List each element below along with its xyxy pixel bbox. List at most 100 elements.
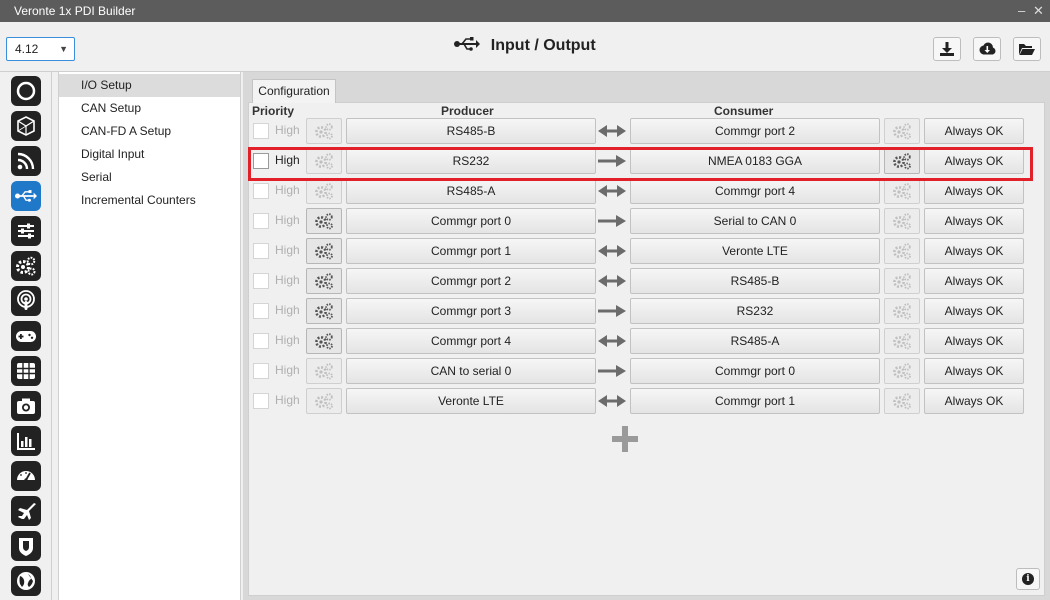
consumer-button[interactable]: Serial to CAN 0 (630, 208, 880, 234)
priority-checkbox[interactable] (253, 333, 269, 349)
module-button-polygon[interactable] (11, 111, 41, 141)
producer-button[interactable]: CAN to serial 0 (346, 358, 596, 384)
arrow-right-icon[interactable] (597, 364, 627, 378)
module-button-gauge[interactable] (11, 461, 41, 491)
status-button[interactable]: Always OK (924, 328, 1024, 354)
arrow-right-icon[interactable] (597, 304, 627, 318)
table-row: High Commgr port 3 RS232 Always OK (243, 297, 1033, 327)
consumer-button[interactable]: Commgr port 1 (630, 388, 880, 414)
priority-label: High (275, 333, 300, 347)
plus-icon[interactable] (612, 426, 638, 452)
gears-icon (315, 213, 333, 230)
sidebar-item-incremental-counters[interactable]: Incremental Counters (59, 189, 240, 212)
arrow-bidirectional-icon[interactable] (597, 394, 627, 408)
module-button-gears[interactable] (11, 251, 41, 281)
status-button[interactable]: Always OK (924, 118, 1024, 144)
producer-button[interactable]: Veronte LTE (346, 388, 596, 414)
producer-settings-button[interactable] (306, 358, 342, 384)
priority-checkbox[interactable] (253, 363, 269, 379)
tab-configuration[interactable]: Configuration (252, 79, 336, 103)
module-button-globe[interactable] (11, 566, 41, 596)
consumer-button[interactable]: Veronte LTE (630, 238, 880, 264)
sidebar-item-serial[interactable]: Serial (59, 166, 240, 189)
producer-settings-button[interactable] (306, 298, 342, 324)
priority-checkbox[interactable] (253, 213, 269, 229)
priority-checkbox[interactable] (253, 183, 269, 199)
producer-settings-button[interactable] (306, 268, 342, 294)
producer-settings-button[interactable] (306, 208, 342, 234)
producer-button[interactable]: Commgr port 1 (346, 238, 596, 264)
consumer-settings-button[interactable] (884, 118, 920, 144)
consumer-settings-button[interactable] (884, 208, 920, 234)
sidebar-item-can-fd-a-setup[interactable]: CAN-FD A Setup (59, 120, 240, 143)
close-button[interactable]: ✕ (1033, 0, 1044, 22)
priority-checkbox[interactable] (253, 273, 269, 289)
consumer-settings-button[interactable] (884, 298, 920, 324)
arrow-bidirectional-icon[interactable] (597, 274, 627, 288)
arrow-right-icon[interactable] (597, 214, 627, 228)
producer-settings-button[interactable] (306, 118, 342, 144)
module-button-rss[interactable] (11, 146, 41, 176)
status-button[interactable]: Always OK (924, 208, 1024, 234)
sidebar-item-can-setup[interactable]: CAN Setup (59, 97, 240, 120)
consumer-button[interactable]: Commgr port 2 (630, 118, 880, 144)
priority-label: High (275, 243, 300, 257)
module-button-circle[interactable] (11, 76, 41, 106)
gears-icon (893, 333, 911, 350)
module-button-bar-chart[interactable] (11, 426, 41, 456)
module-button-podcast[interactable] (11, 286, 41, 316)
producer-settings-button[interactable] (306, 328, 342, 354)
status-button[interactable]: Always OK (924, 238, 1024, 264)
cloud-download-button[interactable] (973, 37, 1001, 61)
producer-button[interactable]: Commgr port 3 (346, 298, 596, 324)
minimize-button[interactable]: – (1018, 0, 1025, 22)
module-button-sliders[interactable] (11, 216, 41, 246)
priority-checkbox[interactable] (253, 243, 269, 259)
producer-settings-button[interactable] (306, 178, 342, 204)
priority-checkbox[interactable] (253, 393, 269, 409)
arrow-bidirectional-icon[interactable] (597, 184, 627, 198)
consumer-button[interactable]: RS485-B (630, 268, 880, 294)
arrow-bidirectional-icon[interactable] (597, 334, 627, 348)
producer-settings-button[interactable] (306, 388, 342, 414)
producer-header: Producer (441, 104, 494, 118)
module-button-camera[interactable] (11, 391, 41, 421)
sidebar-item-digital-input[interactable]: Digital Input (59, 143, 240, 166)
consumer-settings-button[interactable] (884, 388, 920, 414)
consumer-button[interactable]: RS232 (630, 298, 880, 324)
consumer-button[interactable]: Commgr port 4 (630, 178, 880, 204)
producer-button[interactable]: RS485-A (346, 178, 596, 204)
producer-button[interactable]: Commgr port 4 (346, 328, 596, 354)
arrow-bidirectional-icon[interactable] (597, 124, 627, 138)
producer-button[interactable]: Commgr port 2 (346, 268, 596, 294)
module-button-usb[interactable] (11, 181, 41, 211)
producer-button[interactable]: RS485-B (346, 118, 596, 144)
status-button[interactable]: Always OK (924, 178, 1024, 204)
arrow-bidirectional-icon[interactable] (597, 244, 627, 258)
producer-button[interactable]: Commgr port 0 (346, 208, 596, 234)
gears-icon (893, 183, 911, 200)
priority-checkbox[interactable] (253, 123, 269, 139)
sidebar-item-io-setup[interactable]: I/O Setup (59, 74, 240, 97)
consumer-button[interactable]: Commgr port 0 (630, 358, 880, 384)
producer-settings-button[interactable] (306, 238, 342, 264)
status-button[interactable]: Always OK (924, 298, 1024, 324)
sidebar: I/O Setup CAN Setup CAN-FD A Setup Digit… (58, 72, 241, 600)
download-button[interactable] (933, 37, 961, 61)
status-button[interactable]: Always OK (924, 388, 1024, 414)
priority-checkbox[interactable] (253, 303, 269, 319)
consumer-settings-button[interactable] (884, 238, 920, 264)
consumer-settings-button[interactable] (884, 268, 920, 294)
status-button[interactable]: Always OK (924, 268, 1024, 294)
info-button[interactable]: i (1016, 568, 1040, 590)
module-button-gamepad[interactable] (11, 321, 41, 351)
consumer-settings-button[interactable] (884, 178, 920, 204)
module-button-shield[interactable] (11, 531, 41, 561)
consumer-settings-button[interactable] (884, 328, 920, 354)
consumer-button[interactable]: RS485-A (630, 328, 880, 354)
open-folder-button[interactable] (1013, 37, 1041, 61)
consumer-settings-button[interactable] (884, 358, 920, 384)
module-button-grid[interactable] (11, 356, 41, 386)
module-button-plane[interactable] (11, 496, 41, 526)
status-button[interactable]: Always OK (924, 358, 1024, 384)
